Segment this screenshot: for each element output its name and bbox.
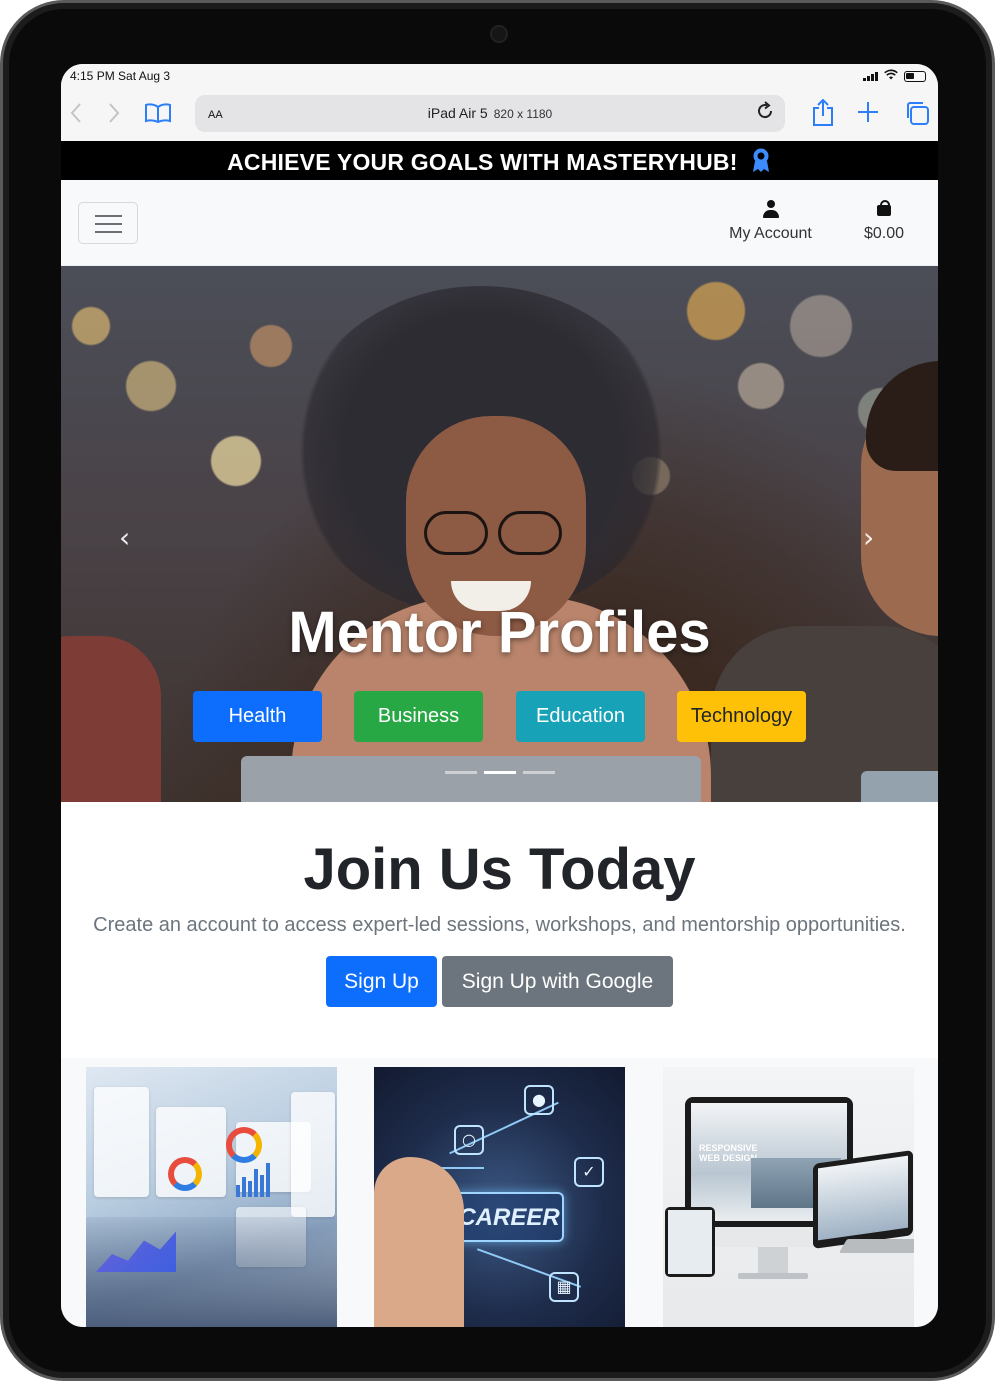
career-label: CAREER — [454, 1192, 564, 1242]
my-account-link[interactable]: My Account — [724, 200, 817, 243]
category-business-button[interactable]: Business — [354, 691, 483, 742]
join-subtitle: Create an account to access expert-led s… — [93, 914, 906, 936]
my-account-label: My Account — [729, 225, 812, 242]
card-image-career[interactable]: ● ○ ✓ ▦ CAREER — [374, 1067, 625, 1327]
carousel-indicator-2[interactable] — [484, 771, 516, 774]
screen: 4:15 PM Sat Aug 3 AA iPad Air 5 820 x 11… — [61, 64, 938, 1327]
cart-total: $0.00 — [863, 225, 905, 242]
join-title: Join Us Today — [303, 837, 696, 902]
bookmarks-icon[interactable] — [145, 103, 171, 128]
category-health-button[interactable]: Health — [193, 691, 322, 742]
hero-carousel: ‹ › Mentor Profiles Health Business Educ… — [61, 266, 938, 802]
carousel-indicators — [445, 771, 555, 774]
device-name: iPad Air 5 — [427, 105, 488, 121]
shopping-bag-icon — [877, 200, 891, 216]
carousel-indicator-3[interactable] — [523, 771, 555, 774]
front-camera — [490, 25, 508, 43]
card-image-analytics-dashboard[interactable] — [86, 1067, 337, 1327]
device-resolution: 820 x 1180 — [493, 107, 553, 121]
tabs-icon[interactable] — [904, 100, 930, 131]
carousel-prev-icon[interactable]: ‹ — [119, 521, 130, 554]
cellular-signal-icon — [863, 71, 878, 81]
user-icon — [762, 200, 779, 218]
sign-up-button[interactable]: Sign Up — [326, 956, 437, 1007]
wifi-icon — [884, 69, 898, 83]
category-education-button[interactable]: Education — [516, 691, 645, 742]
banner-text: ACHIEVE YOUR GOALS WITH MASTERYHUB! — [227, 149, 738, 175]
new-tab-icon[interactable] — [857, 101, 879, 128]
hamburger-icon — [95, 215, 122, 217]
card-image-responsive-web-design[interactable]: RESPONSIVE WEB DESIGN — [663, 1067, 914, 1327]
sign-up-google-button[interactable]: Sign Up with Google — [442, 956, 673, 1007]
browser-toolbar: AA iPad Air 5 820 x 1180 — [61, 86, 938, 141]
award-icon — [744, 148, 772, 175]
reload-icon[interactable] — [755, 101, 775, 127]
status-bar: 4:15 PM Sat Aug 3 — [61, 64, 938, 86]
person-node-icon: ● — [524, 1085, 554, 1115]
status-time: 4:15 PM Sat Aug 3 — [70, 69, 171, 83]
battery-icon — [904, 70, 926, 82]
page-url: iPad Air 5 820 x 1180 — [195, 105, 785, 121]
address-bar[interactable]: AA iPad Air 5 820 x 1180 — [195, 95, 785, 132]
cart-link[interactable]: $0.00 — [858, 200, 910, 243]
announcement-banner: ACHIEVE YOUR GOALS WITH MASTERYHUB! — [61, 141, 938, 180]
menu-toggle-button[interactable] — [78, 202, 138, 244]
category-technology-button[interactable]: Technology — [677, 691, 806, 742]
carousel-indicator-1[interactable] — [445, 771, 477, 774]
share-icon[interactable] — [811, 98, 835, 132]
presentation-node-icon: ▦ — [549, 1272, 579, 1302]
status-icons — [863, 69, 926, 83]
forward-icon[interactable] — [107, 102, 121, 129]
navbar: My Account $0.00 — [61, 180, 938, 266]
ipad-frame: 4:15 PM Sat Aug 3 AA iPad Air 5 820 x 11… — [0, 0, 995, 1381]
carousel-next-icon[interactable]: › — [863, 521, 874, 554]
back-icon[interactable] — [69, 102, 83, 129]
hero-title: Mentor Profiles — [288, 600, 711, 665]
